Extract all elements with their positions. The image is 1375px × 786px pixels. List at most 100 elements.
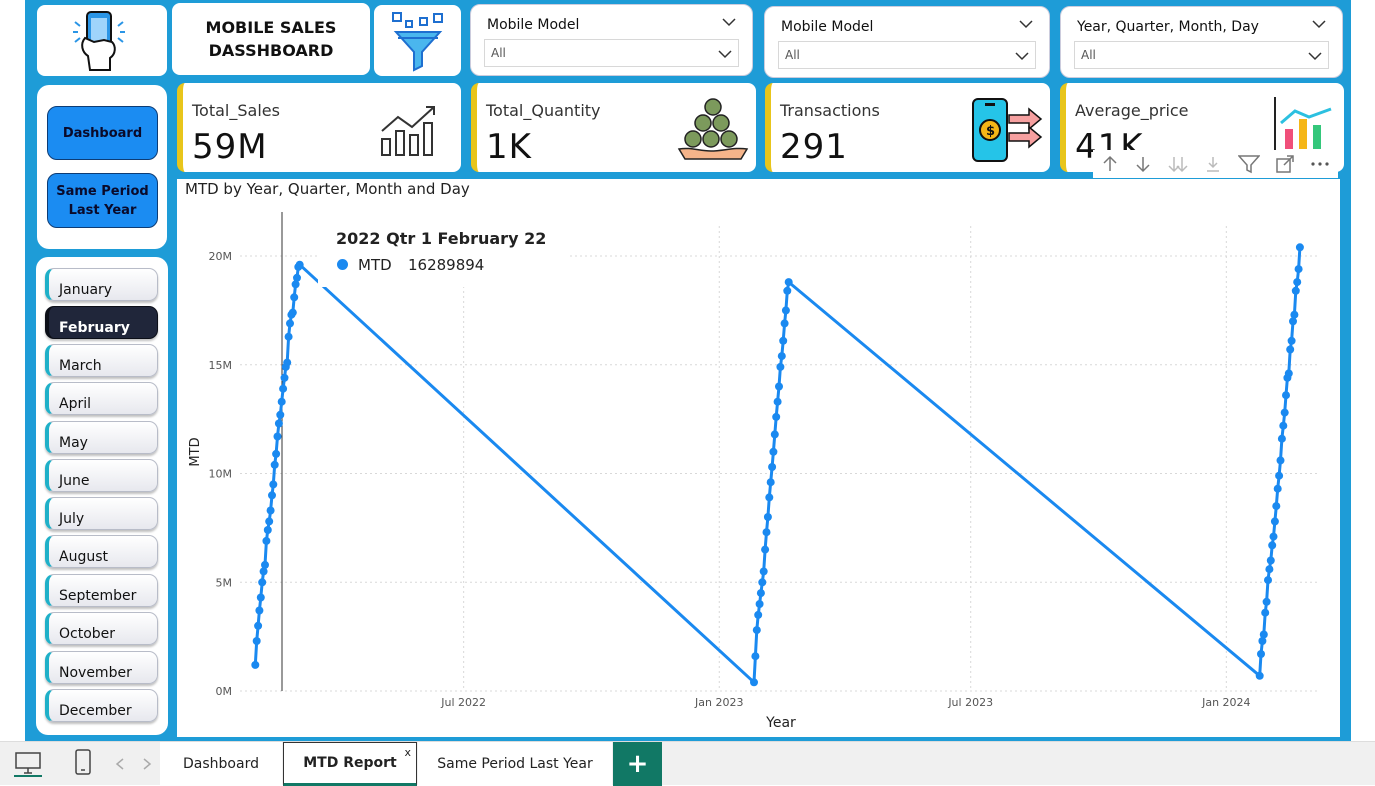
month-may[interactable]: May — [45, 421, 158, 454]
mtd-data-point[interactable] — [276, 410, 285, 419]
mtd-data-point[interactable] — [1277, 434, 1286, 443]
chevron-down-icon[interactable] — [1308, 49, 1322, 63]
mtd-data-point[interactable] — [783, 286, 792, 295]
month-january[interactable]: January — [45, 268, 158, 301]
mobile-model-dropdown-2[interactable]: All — [778, 41, 1036, 69]
mtd-data-point[interactable] — [269, 480, 278, 489]
mtd-data-point[interactable] — [254, 621, 263, 630]
desktop-view-icon[interactable] — [14, 751, 42, 777]
mtd-data-point[interactable] — [263, 526, 272, 534]
mtd-data-point[interactable] — [1290, 310, 1299, 319]
mtd-data-point[interactable] — [755, 600, 764, 608]
mtd-data-point[interactable] — [1291, 286, 1300, 295]
mtd-data-point[interactable] — [261, 560, 269, 569]
mtd-data-point[interactable] — [765, 493, 774, 502]
mtd-data-point[interactable] — [1268, 541, 1277, 550]
mtd-data-point[interactable] — [279, 384, 288, 393]
month-september[interactable]: September — [45, 574, 158, 607]
mtd-data-point[interactable] — [769, 447, 778, 456]
month-february[interactable]: February — [45, 306, 158, 339]
mtd-data-point[interactable] — [754, 610, 763, 619]
mtd-data-point[interactable] — [1259, 630, 1268, 639]
mtd-data-point[interactable] — [266, 506, 275, 515]
month-july[interactable]: July — [45, 497, 158, 530]
mtd-data-point[interactable] — [1270, 517, 1279, 526]
mtd-data-point[interactable] — [1262, 597, 1271, 606]
mtd-data-point[interactable] — [780, 319, 789, 328]
tab-same-period-last-year[interactable]: Same Period Last Year — [418, 742, 612, 786]
tab-dashboard[interactable]: Dashboard — [160, 742, 282, 786]
chevron-down-icon[interactable] — [1015, 49, 1029, 63]
mtd-data-point[interactable] — [1295, 243, 1304, 252]
month-june[interactable]: June — [45, 459, 158, 492]
mtd-data-point[interactable] — [1294, 265, 1303, 274]
mtd-data-point[interactable] — [274, 419, 283, 428]
mtd-data-point[interactable] — [777, 352, 786, 361]
month-august[interactable]: August — [45, 535, 158, 568]
mtd-data-point[interactable] — [761, 545, 770, 554]
scroll-right-icon[interactable] — [141, 757, 153, 771]
mtd-data-point[interactable] — [772, 412, 781, 421]
chevron-down-icon[interactable] — [1312, 17, 1326, 31]
mtd-data-point[interactable] — [272, 449, 281, 458]
mtd-data-point[interactable] — [1257, 650, 1265, 658]
add-page-button[interactable]: + — [613, 742, 662, 786]
mtd-data-point[interactable] — [1255, 671, 1264, 680]
mtd-data-point[interactable] — [277, 397, 286, 406]
mtd-data-point[interactable] — [756, 589, 765, 598]
mtd-data-point[interactable] — [768, 463, 777, 471]
mtd-data-point[interactable] — [268, 491, 276, 500]
month-december[interactable]: December — [45, 689, 158, 722]
month-november[interactable]: November — [45, 651, 158, 684]
focus-mode-icon[interactable] — [1275, 154, 1295, 174]
month-march[interactable]: March — [45, 344, 158, 377]
mtd-data-point[interactable] — [288, 308, 297, 317]
more-options-icon[interactable] — [1310, 160, 1330, 168]
mtd-data-point[interactable] — [766, 478, 775, 487]
scroll-left-icon[interactable] — [114, 757, 126, 771]
mtd-data-point[interactable] — [1284, 369, 1293, 378]
same-period-nav-button[interactable]: Same Period Last Year — [47, 173, 158, 228]
mtd-data-point[interactable] — [779, 336, 788, 345]
mtd-data-point[interactable] — [1272, 502, 1281, 511]
mtd-data-point[interactable] — [286, 319, 294, 328]
month-october[interactable]: October — [45, 612, 158, 645]
mtd-data-point[interactable] — [284, 332, 293, 341]
arrow-up-icon[interactable] — [1101, 155, 1119, 173]
dashboard-nav-button[interactable]: Dashboard — [47, 106, 158, 160]
mtd-data-point[interactable] — [758, 578, 767, 587]
mtd-data-point[interactable] — [293, 273, 301, 282]
chevron-down-icon[interactable] — [718, 47, 732, 61]
expand-down-icon[interactable] — [1204, 155, 1222, 173]
mtd-data-point[interactable] — [750, 678, 758, 687]
mtd-data-point[interactable] — [770, 430, 779, 439]
mtd-data-point[interactable] — [256, 593, 265, 602]
chevron-down-icon[interactable] — [722, 15, 736, 29]
mobile-model-slicer-1[interactable]: Mobile Model All — [470, 4, 753, 76]
month-april[interactable]: April — [45, 382, 158, 415]
arrow-down-icon[interactable] — [1134, 155, 1152, 173]
mobile-view-icon[interactable] — [74, 748, 92, 776]
mtd-data-point[interactable] — [775, 382, 783, 391]
chevron-down-icon[interactable] — [1019, 17, 1033, 31]
mtd-data-point[interactable] — [1265, 565, 1274, 574]
mtd-data-point[interactable] — [759, 567, 768, 576]
mtd-data-point[interactable] — [295, 260, 304, 269]
mtd-data-point[interactable] — [1293, 278, 1302, 287]
mtd-data-point[interactable] — [776, 362, 785, 371]
mtd-data-point[interactable] — [252, 637, 261, 645]
mtd-data-point[interactable] — [1261, 608, 1270, 617]
mtd-data-point[interactable] — [270, 460, 279, 469]
mtd-data-point[interactable] — [265, 517, 274, 526]
mtd-data-point[interactable] — [251, 660, 260, 669]
date-hierarchy-slicer[interactable]: Year, Quarter, Month, Day All — [1060, 6, 1343, 78]
mtd-data-point[interactable] — [781, 306, 790, 315]
mtd-data-point[interactable] — [255, 606, 264, 615]
mtd-data-point[interactable] — [1282, 391, 1290, 400]
date-hierarchy-dropdown[interactable]: All — [1074, 41, 1329, 69]
mobile-model-dropdown-1[interactable]: All — [484, 39, 739, 67]
mtd-data-point[interactable] — [1280, 408, 1289, 417]
mobile-model-slicer-2[interactable]: Mobile Model All — [764, 6, 1050, 78]
mtd-data-point[interactable] — [262, 536, 271, 545]
mtd-data-point[interactable] — [1275, 471, 1284, 480]
